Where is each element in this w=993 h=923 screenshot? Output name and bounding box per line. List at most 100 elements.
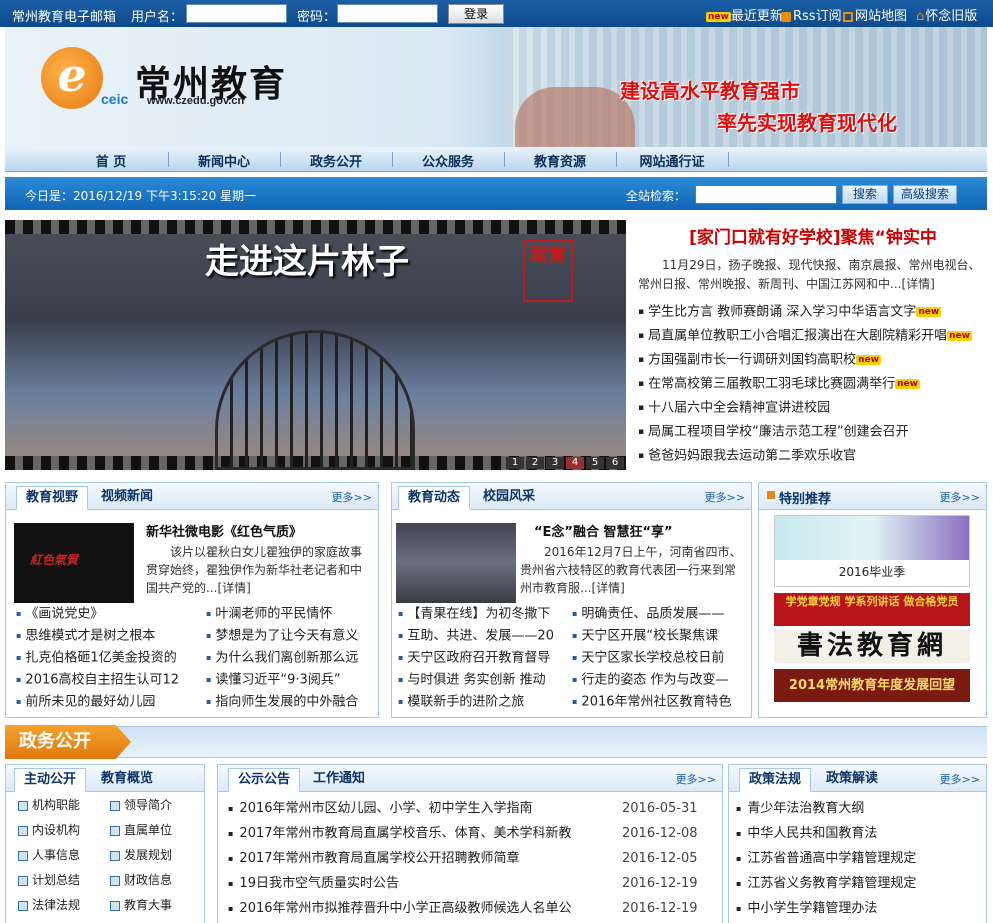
gov-link[interactable]: 发展规划 <box>110 846 202 870</box>
list-item[interactable]: 明确责任、品质发展—— <box>572 603 748 625</box>
gov-link[interactable]: 人事信息 <box>18 846 110 870</box>
nav-news[interactable]: 新闻中心 <box>168 151 280 170</box>
nav-home[interactable]: 首 页 <box>55 151 167 170</box>
tab-edu-dynamics[interactable]: 教育动态 <box>398 486 471 510</box>
list-item[interactable]: 天宁区政府召开教育督导 <box>398 647 570 669</box>
mail-link[interactable]: 常州教育电子邮箱 <box>12 6 116 25</box>
news-item[interactable]: 十八届六中全会精神宣讲进校园 <box>638 396 990 420</box>
policy-item[interactable]: 中华人民共和国教育法 <box>736 821 986 846</box>
slide-page-button[interactable]: 6 <box>606 457 624 469</box>
list-item[interactable]: 行走的姿态 作为与改变— <box>572 669 748 691</box>
list-item[interactable]: 梦想是为了让今天有意义 <box>206 625 374 647</box>
policy-item[interactable]: 江苏省普通高中学籍管理规定 <box>736 846 986 871</box>
feature-title[interactable]: 新华社微电影《红色气质》 <box>146 521 302 540</box>
news-item[interactable]: 局直属单位教职工小合唱汇报演出在大剧院精彩开唱new <box>638 324 990 348</box>
list-item[interactable]: 扎克伯格砸1亿美金投资的 <box>16 647 196 669</box>
gov-link[interactable]: 直属单位 <box>110 821 202 845</box>
gov-link[interactable]: 领导简介 <box>110 796 202 820</box>
tab-policy-law[interactable]: 政策法规 <box>739 768 812 792</box>
notice-item[interactable]: 2016年常州市区幼儿园、小学、初中学生入学指南 2016-05-31 <box>228 796 708 821</box>
feature-thumbnail[interactable] <box>396 523 516 603</box>
logo-icon[interactable]: e <box>41 47 103 109</box>
advanced-search-button[interactable]: 高级搜索 <box>893 185 957 204</box>
notice-item[interactable]: 2017年常州市教育局直属学校公开招聘教师简章 2016-12-05 <box>228 846 708 871</box>
tab-active-disclosure[interactable]: 主动公开 <box>14 768 87 792</box>
gov-link[interactable]: 计划总结 <box>18 871 110 895</box>
link-icon <box>18 875 28 886</box>
calligraphy-banner[interactable]: 書法教育網 <box>774 630 970 663</box>
more-link[interactable]: 更多>> <box>940 489 980 505</box>
list-item[interactable]: 《画说党史》 <box>16 603 196 625</box>
news-item[interactable]: 在常高校第三届教职工羽毛球比赛圆满举行new <box>638 372 990 396</box>
more-link[interactable]: 更多>> <box>332 489 372 505</box>
more-link[interactable]: 更多>> <box>705 489 745 505</box>
nav-resources[interactable]: 教育资源 <box>504 151 616 170</box>
feature-desc: 2016年12月7日上午，河南省四市、贵州省六枝特区的教育代表团一行来到常州市教… <box>520 545 742 595</box>
policy-item[interactable]: 青少年法治教育大纲 <box>736 796 986 821</box>
list-item[interactable]: 思维模式才是树之根本 <box>16 625 196 647</box>
site-search-input[interactable] <box>695 185 837 204</box>
tab-policy-interpret[interactable]: 政策解读 <box>817 768 887 792</box>
list-item[interactable]: 与时俱进 务实创新 推动 <box>398 669 570 691</box>
slide-page-button[interactable]: 5 <box>586 457 604 469</box>
nav-gov[interactable]: 政务公开 <box>280 151 392 170</box>
list-item[interactable]: 指向师生发展的中外融合 <box>206 691 374 713</box>
notice-item[interactable]: 19日我市空气质量实时公告 2016-12-19 <box>228 871 708 896</box>
search-button[interactable]: 搜索 <box>842 185 888 204</box>
tab-edu-vision[interactable]: 教育视野 <box>16 486 89 510</box>
rss-link[interactable]: Rss订阅 <box>781 5 842 24</box>
tab-edu-overview[interactable]: 教育概览 <box>92 768 162 792</box>
slide-page-button[interactable]: 1 <box>506 457 524 469</box>
tab-video-news[interactable]: 视频新闻 <box>92 486 162 510</box>
username-input[interactable] <box>186 4 287 23</box>
tab-campus[interactable]: 校园风采 <box>474 486 544 510</box>
notice-item[interactable]: 2017年常州市教育局直属学校音乐、体育、美术学科新教 2016-12-08 <box>228 821 708 846</box>
gov-link[interactable]: 财政信息 <box>110 871 202 895</box>
feature-title[interactable]: “E念”融合 智慧狂“享” <box>534 521 673 540</box>
list-item[interactable]: 天宁区家长学校总校日前 <box>572 647 748 669</box>
news-item[interactable]: 爸爸妈妈跟我去运动第二季欢乐收官 <box>638 444 990 468</box>
slide-seal: 賦實 <box>523 240 573 302</box>
more-link[interactable]: 更多>> <box>940 771 980 787</box>
list-item[interactable]: 读懂习近平“9·3阅兵” <box>206 669 374 691</box>
news-item[interactable]: 方国强副市长一行调研刘国钧高职校new <box>638 348 990 372</box>
gov-link[interactable]: 内设机构 <box>18 821 110 845</box>
slide-page-button[interactable]: 4 <box>566 457 584 469</box>
list-item[interactable]: 叶澜老师的平民情怀 <box>206 603 374 625</box>
gov-link[interactable]: 机构职能 <box>18 796 110 820</box>
list-item[interactable]: 2016高校自主招生认可12 <box>16 669 196 691</box>
new-badge: new <box>856 355 881 365</box>
party-study-banner[interactable]: 学党章党规 学系列讲话 做合格党员 <box>774 593 970 626</box>
news-item[interactable]: 局属工程项目学校“廉洁示范工程”创建会召开 <box>638 420 990 444</box>
annual-review-banner[interactable]: 2014常州教育年度发展回望 <box>774 669 970 702</box>
latest-update-link[interactable]: new 最近更新 <box>706 5 783 24</box>
list-item[interactable]: 【青果在线】为初冬撒下 <box>398 603 570 625</box>
gov-link[interactable]: 法律法规 <box>18 896 110 920</box>
tab-notice[interactable]: 公示公告 <box>228 768 301 792</box>
policy-item[interactable]: 中小学生学籍管理办法 <box>736 896 986 921</box>
list-item[interactable]: 前所未见的最好幼儿园 <box>16 691 196 713</box>
list-item[interactable]: 为什么我们离创新那么远 <box>206 647 374 669</box>
password-input[interactable] <box>337 4 438 23</box>
slide-page-button[interactable]: 3 <box>546 457 564 469</box>
feature-thumbnail[interactable]: 紅色氣質 <box>14 523 134 603</box>
graduation-card[interactable]: 2016毕业季 <box>774 515 970 587</box>
policy-item[interactable]: 江苏省义务教育学籍管理规定 <box>736 871 986 896</box>
old-version-link[interactable]: ⌂怀念旧版 <box>916 5 977 24</box>
slide-page-button[interactable]: 2 <box>526 457 544 469</box>
slideshow[interactable]: 走进这片林子 賦實 123456 <box>5 220 626 470</box>
list-item[interactable]: 模联新手的进阶之旅 <box>398 691 570 713</box>
news-item[interactable]: 学生比方言 教师赛朗诵 深入学习中华语言文字new <box>638 300 990 324</box>
headline-title[interactable]: [家门口就有好学校]聚焦“钟实中 <box>638 223 988 248</box>
notice-item[interactable]: 2016年常州市拟推荐晋升中小学正高级教师候选人名单公 2016-12-19 <box>228 896 708 921</box>
sitemap-link[interactable]: 网站地图 <box>843 5 907 24</box>
list-item[interactable]: 互助、共进、发展——20 <box>398 625 570 647</box>
nav-public-service[interactable]: 公众服务 <box>392 151 504 170</box>
gov-link[interactable]: 教育大事 <box>110 896 202 920</box>
more-link[interactable]: 更多>> <box>676 771 716 787</box>
nav-passport[interactable]: 网站通行证 <box>616 151 728 170</box>
login-button[interactable]: 登录 <box>448 4 504 24</box>
tab-work-notice[interactable]: 工作通知 <box>304 768 374 792</box>
list-item[interactable]: 2016年常州社区教育特色 <box>572 691 748 713</box>
list-item[interactable]: 天宁区开展“校长聚焦课 <box>572 625 748 647</box>
